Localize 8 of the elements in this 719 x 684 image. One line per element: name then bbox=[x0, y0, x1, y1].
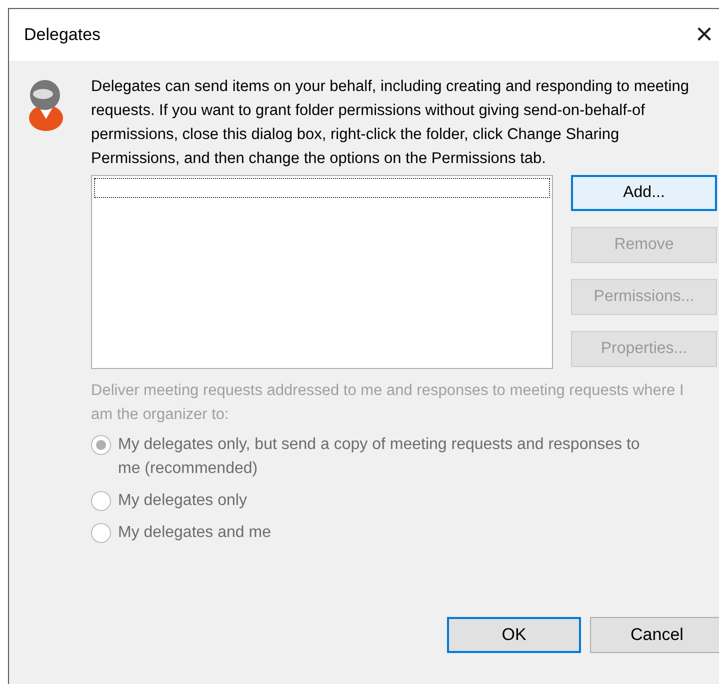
dialog-button[interactable]: Cancel bbox=[590, 617, 719, 653]
side-button[interactable]: Add... bbox=[571, 175, 717, 211]
delivery-label: Deliver meeting requests addressed to me and responses to meeting requests where I am the organizer to: bbox=[91, 381, 685, 425]
dialog-button[interactable]: OK bbox=[447, 617, 581, 653]
intro-paragraph: Delegates can send items on your behalf, including creating and responding to meeting requests. If you want to grant folder permissions without giving send-on-behalf-of permissions, close this dialog box, right-click the folder, click Change Sharing Permissions, and then change the options on the Permissions tab. bbox=[91, 77, 690, 169]
delegates-list[interactable] bbox=[91, 175, 553, 369]
window-title: Delegates bbox=[24, 24, 101, 46]
close-button[interactable]: × bbox=[695, 20, 713, 50]
